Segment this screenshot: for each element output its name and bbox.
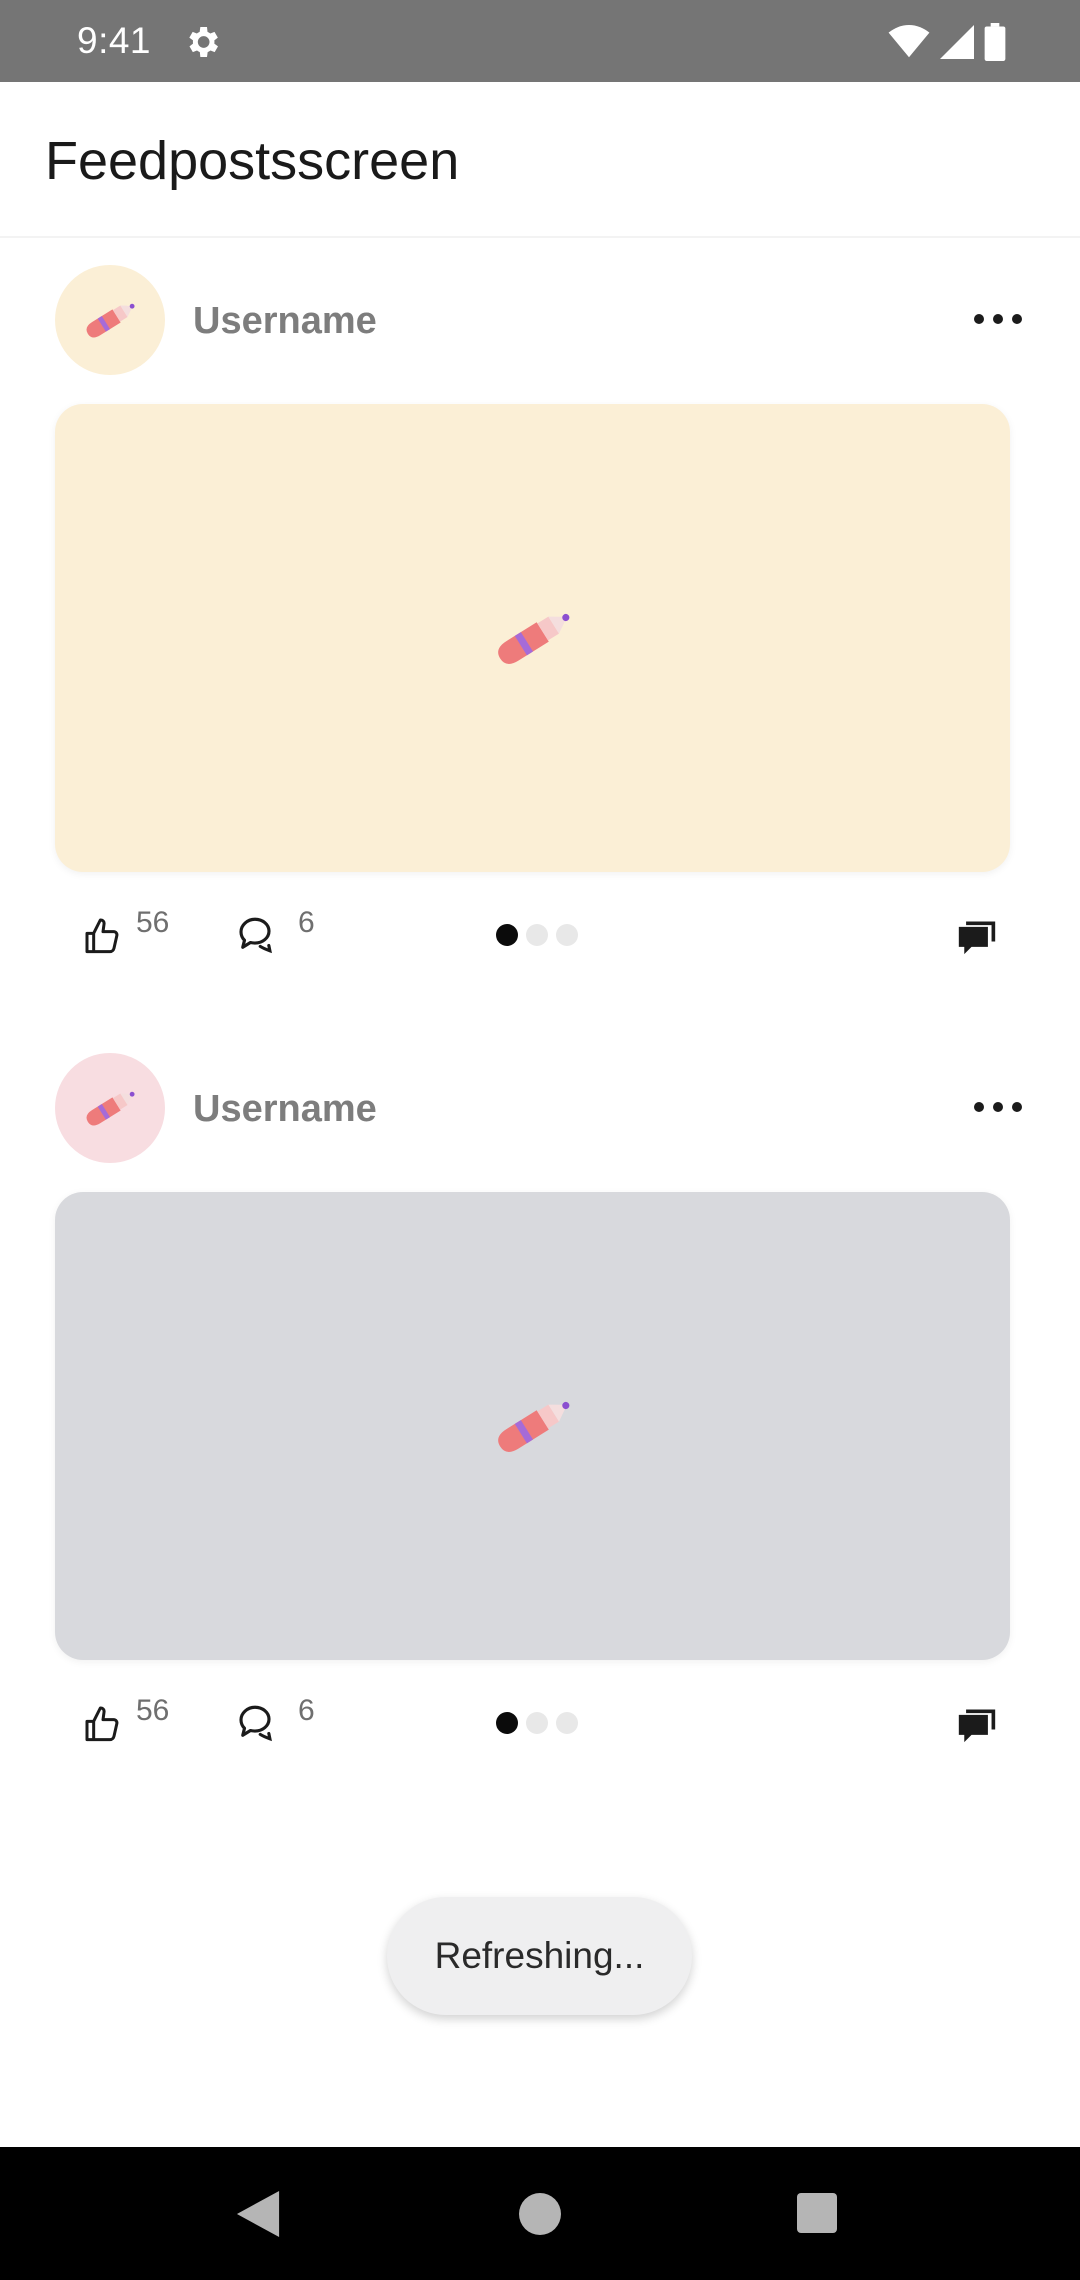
- wifi-icon: [888, 25, 930, 58]
- thumbs-up-icon[interactable]: [82, 1702, 122, 1744]
- carousel-dot-active[interactable]: [496, 924, 518, 946]
- post-actions: 56 6: [0, 1690, 1080, 1770]
- recents-icon[interactable]: [797, 2193, 837, 2233]
- carousel-dot[interactable]: [526, 1712, 548, 1734]
- more-dot: [993, 314, 1003, 324]
- app-bar: Feedpostsscreen: [0, 82, 1080, 238]
- post-username[interactable]: Username: [193, 1088, 377, 1131]
- like-count: 56: [136, 906, 170, 939]
- refreshing-toast: Refreshing...: [387, 1897, 692, 2015]
- battery-icon: [984, 23, 1006, 61]
- more-dot: [993, 1102, 1003, 1112]
- carousel-indicator[interactable]: [496, 924, 578, 946]
- carousel-dot-active[interactable]: [496, 1712, 518, 1734]
- post-media[interactable]: [55, 404, 1010, 872]
- status-indicators: [888, 22, 1006, 62]
- avatar[interactable]: [55, 265, 165, 375]
- system-nav-bar: [0, 2147, 1080, 2280]
- carousel-dot[interactable]: [556, 1712, 578, 1734]
- comment-count: 6: [298, 1694, 315, 1727]
- more-dot: [974, 314, 984, 324]
- comment-icon[interactable]: [234, 1702, 276, 1744]
- chat-bubbles-icon[interactable]: [955, 1704, 999, 1744]
- status-time: 9:41: [77, 20, 152, 61]
- pen-icon: [497, 613, 569, 664]
- pen-icon: [86, 303, 135, 338]
- comment-icon[interactable]: [234, 914, 276, 956]
- more-dot: [1012, 314, 1022, 324]
- carousel-indicator[interactable]: [496, 1712, 578, 1734]
- page-title: Feedpostsscreen: [45, 131, 460, 191]
- chat-bubbles-icon[interactable]: [955, 916, 999, 956]
- post-media[interactable]: [55, 1192, 1010, 1660]
- status-bar: 9:41: [0, 0, 1080, 82]
- like-count: 56: [136, 1694, 170, 1727]
- pen-icon: [86, 1091, 135, 1126]
- post-username[interactable]: Username: [193, 300, 377, 343]
- more-dot: [1012, 1102, 1022, 1112]
- signal-icon: [940, 25, 974, 59]
- more-options-button[interactable]: [970, 1090, 1026, 1124]
- home-icon[interactable]: [519, 2193, 561, 2235]
- back-icon[interactable]: [236, 2191, 280, 2237]
- more-dot: [974, 1102, 984, 1112]
- avatar[interactable]: [55, 1053, 165, 1163]
- more-options-button[interactable]: [970, 302, 1026, 336]
- settings-icon: [189, 27, 218, 57]
- pen-icon: [497, 1401, 569, 1452]
- post-actions: 56 6: [0, 902, 1080, 982]
- comment-count: 6: [298, 906, 315, 939]
- carousel-dot[interactable]: [556, 924, 578, 946]
- carousel-dot[interactable]: [526, 924, 548, 946]
- thumbs-up-icon[interactable]: [82, 914, 122, 956]
